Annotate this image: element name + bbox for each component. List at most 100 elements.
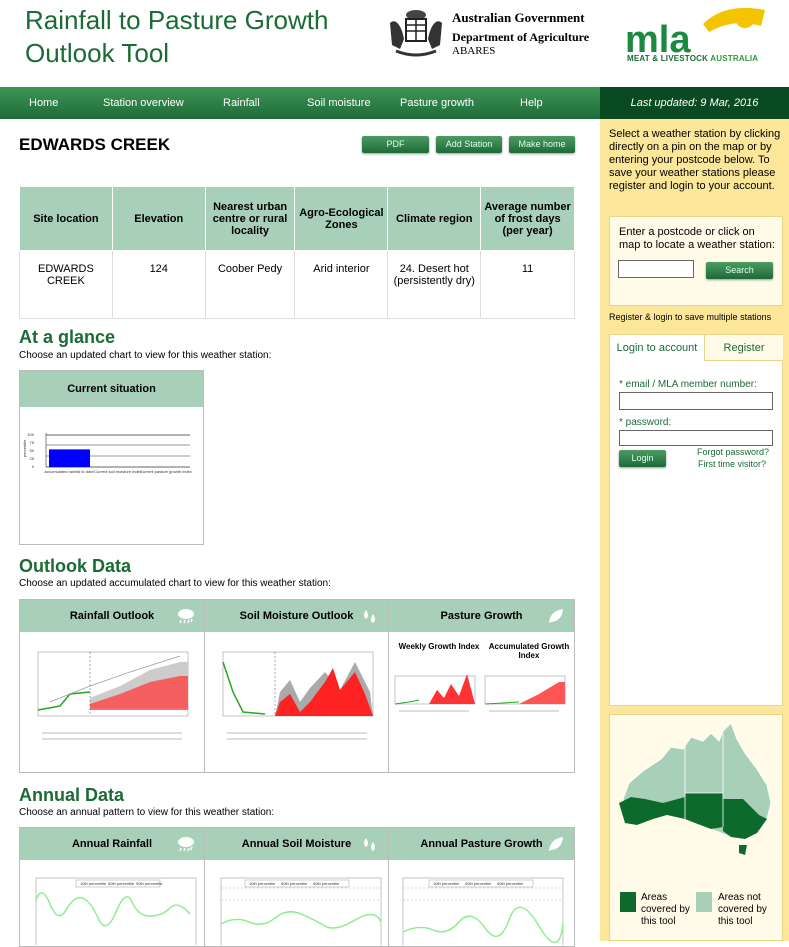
annual-data-subtitle: Choose an annual pattern to view for thi… xyxy=(19,807,275,818)
coat-of-arms-icon xyxy=(390,10,442,57)
outlook-data-subtitle: Choose an updated accumulated chart to v… xyxy=(19,578,331,589)
table-row: EDWARDS CREEK 124 Coober Pedy Arid inter… xyxy=(19,250,575,319)
card-title: Annual Soil Moisture xyxy=(241,838,352,850)
at-a-glance-title: At a glance xyxy=(19,327,116,347)
water-drops-icon xyxy=(364,610,375,623)
card-header: Annual Rainfall xyxy=(20,828,204,860)
pdf-button[interactable]: PDF xyxy=(362,136,429,153)
ytick-label: 25 xyxy=(30,456,35,461)
password-field[interactable] xyxy=(619,430,773,446)
not-covered-swatch xyxy=(696,892,712,912)
nav-soil-moisture[interactable]: Soil moisture xyxy=(307,87,371,119)
card-header: Pasture Growth xyxy=(389,600,574,632)
soil-moisture-outlook-chart xyxy=(222,651,374,740)
card-title: Annual Pasture Growth xyxy=(420,838,543,850)
col-agro-zones: Agro-Ecological Zones xyxy=(294,186,389,251)
category-label: Current pasture growth index xyxy=(140,469,192,474)
current-situation-card[interactable]: Current situation 100 75 50 25 0 percent… xyxy=(19,370,204,545)
rainfall-outlook-chart xyxy=(37,651,189,740)
nav-home[interactable]: Home xyxy=(29,87,58,119)
col-nearest-centre: Nearest urban centre or rural locality xyxy=(204,186,296,251)
tab-login[interactable]: Login to account xyxy=(610,335,705,361)
card-title: Rainfall Outlook xyxy=(69,610,155,622)
postcode-prompt: Enter a postcode or click on map to loca… xyxy=(619,226,775,251)
email-field[interactable] xyxy=(619,392,773,410)
nav-station-overview[interactable]: Station overview xyxy=(103,87,184,119)
card-header: Rainfall Outlook xyxy=(20,600,204,632)
ytick-label: 0 xyxy=(32,464,35,469)
annual-data-title: Annual Data xyxy=(19,785,125,805)
password-label: * password: xyxy=(619,417,672,428)
table-header-row: Site location Elevation Nearest urban ce… xyxy=(19,186,575,251)
card-header: Annual Pasture Growth xyxy=(389,828,574,860)
login-panel: Login to account Register * email / MLA … xyxy=(609,334,783,706)
tab-register[interactable]: Register xyxy=(705,335,783,361)
sidebar-intro: Select a weather station by clicking dir… xyxy=(609,128,781,192)
covered-swatch xyxy=(620,892,636,912)
rainfall-outlook-card[interactable]: Rainfall Outlook xyxy=(19,599,205,773)
category-label: Current soil moisture index xyxy=(94,469,142,474)
site-header: Rainfall to Pasture Growth Outlook Tool … xyxy=(0,0,789,87)
cell-agro-zone: Arid interior xyxy=(294,250,389,319)
ytick-label: 50 xyxy=(30,448,35,453)
nav-help[interactable]: Help xyxy=(520,87,543,119)
nav-rainfall[interactable]: Rainfall xyxy=(223,87,260,119)
card-header: Current situation xyxy=(20,371,203,407)
mla-tagline-a: MEAT & LIVESTOCK xyxy=(627,54,711,63)
legend-entry: 10th percentile xyxy=(80,881,107,886)
nav-pasture-growth[interactable]: Pasture growth xyxy=(400,87,474,119)
legend-entry: 10th percentile xyxy=(433,881,460,886)
col-site-location: Site location xyxy=(19,186,113,251)
legend-entry: 50th percentile xyxy=(108,881,135,886)
login-button[interactable]: Login xyxy=(619,450,666,467)
register-note: Register & login to save multiple statio… xyxy=(609,312,772,322)
cell-frost-days: 11 xyxy=(480,250,575,319)
legend-entry: 90th percentile xyxy=(136,881,163,886)
category-label: Accumulated rainfall to date xyxy=(44,469,94,474)
search-button[interactable]: Search xyxy=(706,262,773,279)
postcode-input[interactable] xyxy=(618,260,694,278)
mla-tagline: MEAT & LIVESTOCK AUSTRALIA xyxy=(627,54,758,63)
pasture-growth-card[interactable]: Pasture Growth Weekly Growth Index Accum… xyxy=(388,599,575,773)
ytick-label: 75 xyxy=(30,440,35,445)
card-header: Soil Moisture Outlook xyxy=(205,600,388,632)
annual-rainfall-chart: 10th percentile 50th percentile 90th per… xyxy=(35,877,197,945)
not-covered-legend: Areas not covered by this tool xyxy=(718,892,767,927)
annual-rainfall-card[interactable]: Annual Rainfall 10th percentile 50th per… xyxy=(19,827,205,947)
australia-coverage-map[interactable] xyxy=(611,719,783,879)
legend-entry: 10th percentile xyxy=(249,881,276,886)
annual-pasture-growth-chart: 10th percentile 50th percentile 90th per… xyxy=(402,877,564,945)
covered-legend: Areas covered by this tool xyxy=(641,892,690,927)
at-a-glance-subtitle: Choose an updated chart to view for this… xyxy=(19,350,272,361)
make-home-button[interactable]: Make home xyxy=(509,136,575,153)
pasture-growth-chart xyxy=(394,674,566,712)
coverage-map-box: Areas covered by this tool Areas not cov… xyxy=(609,714,783,941)
legend-entry: 50th percentile xyxy=(465,881,492,886)
leaf-icon xyxy=(549,837,563,851)
card-title: Current situation xyxy=(67,383,156,395)
col-climate-region: Climate region xyxy=(387,186,482,251)
rain-cloud-icon xyxy=(178,837,194,852)
email-label: * email / MLA member number: xyxy=(619,379,757,390)
site-info-table: Site location Elevation Nearest urban ce… xyxy=(19,186,575,319)
site-title[interactable]: Rainfall to Pasture Growth Outlook Tool xyxy=(25,4,328,70)
add-station-button[interactable]: Add Station xyxy=(436,136,502,153)
soil-moisture-outlook-card[interactable]: Soil Moisture Outlook xyxy=(204,599,389,773)
site-title-line-1: Rainfall to Pasture Growth xyxy=(25,5,329,35)
annual-soil-moisture-card[interactable]: Annual Soil Moisture 10th percentile 50t… xyxy=(204,827,389,947)
first-time-visitor-link[interactable]: First time visitor? xyxy=(698,459,766,469)
forgot-password-link[interactable]: Forgot password? xyxy=(697,447,769,457)
col-elevation: Elevation xyxy=(111,186,206,251)
main-nav: Home Station overview Rainfall Soil mois… xyxy=(0,87,789,119)
last-updated: Last updated: 9 Mar, 2016 xyxy=(600,87,789,119)
australian-government-logo: Australian Government Department of Agri… xyxy=(386,4,591,62)
cell-site-location: EDWARDS CREEK xyxy=(19,250,113,319)
station-name: EDWARDS CREEK xyxy=(19,135,171,154)
annual-soil-moisture-chart: 10th percentile 50th percentile 90th per… xyxy=(220,877,382,945)
legend-entry: 90th percentile xyxy=(313,881,340,886)
cell-climate-region: 24. Desert hot (persistently dry) xyxy=(387,250,482,319)
card-title: Soil Moisture Outlook xyxy=(239,610,354,622)
site-title-line-2: Outlook Tool xyxy=(25,38,170,68)
annual-pasture-growth-card[interactable]: Annual Pasture Growth 10th percentile 50… xyxy=(388,827,575,947)
rain-cloud-icon xyxy=(178,609,194,624)
